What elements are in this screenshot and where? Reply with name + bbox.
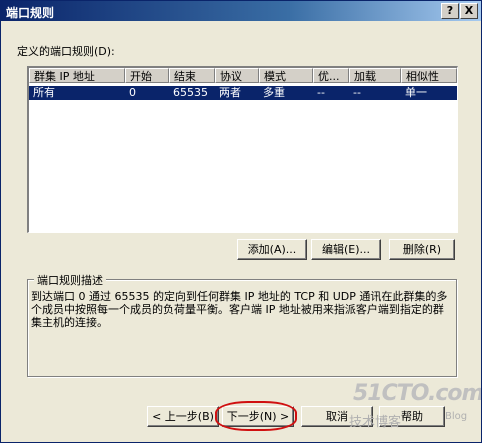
- column-header-start[interactable]: 开始: [125, 68, 169, 83]
- help-icon[interactable]: ?: [441, 3, 459, 19]
- cell-cluster-ip: 所有: [33, 86, 55, 99]
- cell-start: 0: [129, 86, 136, 99]
- column-header-load[interactable]: 加载: [349, 68, 401, 83]
- rules-label: 定义的端口规则(D):: [17, 45, 115, 58]
- table-row[interactable]: 所有 0 65535 两者 多重 -- -- 单一: [29, 86, 457, 100]
- watermark-logo: 51CTO.com: [353, 381, 482, 406]
- watermark-subtitle: 技术博客: [349, 415, 402, 430]
- port-rules-dialog: 端口规则 ? X 定义的端口规则(D): 群集 IP 地址 开始 结束 协议 模…: [0, 0, 482, 443]
- column-header-affinity[interactable]: 相似性: [401, 68, 457, 83]
- cell-load: --: [353, 86, 361, 99]
- list-header: 群集 IP 地址 开始 结束 协议 模式 优... 加载 相似性: [29, 68, 457, 85]
- description-text: 到达端口 0 通过 65535 的定向到任何群集 IP 地址的 TCP 和 UD…: [31, 290, 448, 329]
- watermark-blog: Blog: [445, 411, 468, 422]
- watermark: 51CTO.com 技术博客 Blog: [349, 381, 481, 441]
- column-header-protocol[interactable]: 协议: [215, 68, 259, 83]
- port-rules-list[interactable]: 群集 IP 地址 开始 结束 协议 模式 优... 加载 相似性 所有 0 65…: [27, 66, 458, 233]
- add-button[interactable]: 添加(A)...: [237, 239, 307, 260]
- cell-priority: --: [317, 86, 325, 99]
- column-header-mode[interactable]: 模式: [259, 68, 313, 83]
- cell-mode: 多重: [263, 86, 285, 99]
- back-button[interactable]: < 上一步(B): [147, 406, 219, 427]
- cell-end: 65535: [173, 86, 208, 99]
- cell-protocol: 两者: [219, 86, 241, 99]
- window-title: 端口规则: [6, 6, 55, 20]
- title-bar[interactable]: 端口规则 ? X: [1, 1, 481, 21]
- description-legend: 端口规则描述: [34, 272, 106, 288]
- edit-button[interactable]: 编辑(E)...: [311, 239, 381, 260]
- highlight-oval: [215, 401, 297, 431]
- column-header-priority[interactable]: 优...: [313, 68, 349, 83]
- delete-button[interactable]: 删除(R): [389, 239, 455, 260]
- column-header-end[interactable]: 结束: [169, 68, 215, 83]
- cell-affinity: 单一: [405, 86, 427, 99]
- column-header-cluster-ip[interactable]: 群集 IP 地址: [29, 68, 125, 83]
- close-icon[interactable]: X: [460, 3, 478, 19]
